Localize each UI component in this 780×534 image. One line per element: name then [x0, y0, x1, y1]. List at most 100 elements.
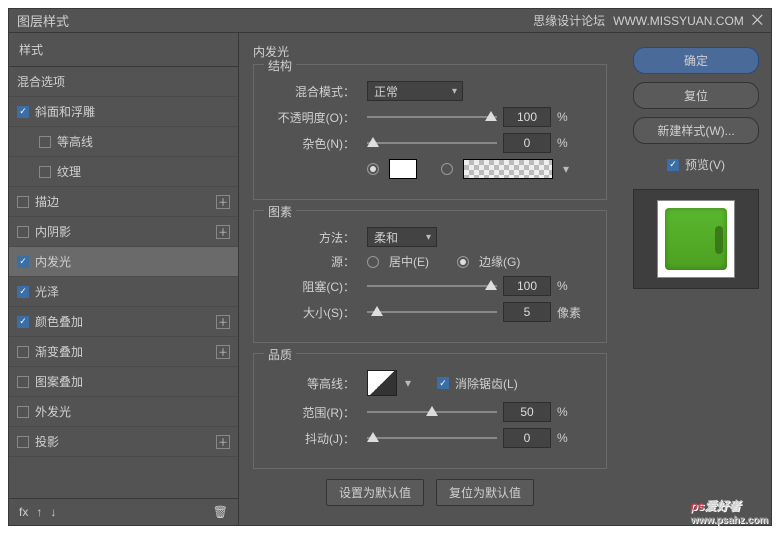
trash-icon[interactable]: 🗑 [213, 505, 228, 519]
choke-slider[interactable] [367, 279, 497, 293]
sidebar-header: 样式 [9, 33, 238, 67]
plus-icon[interactable]: ＋ [216, 435, 230, 449]
range-input[interactable] [503, 402, 551, 422]
sidebar-item[interactable]: 描边＋ [9, 187, 238, 217]
checkbox-icon[interactable] [17, 406, 29, 418]
checkbox-icon[interactable] [17, 376, 29, 388]
sidebar-blend-options[interactable]: 混合选项 [9, 67, 238, 97]
noise-slider[interactable] [367, 136, 497, 150]
group-quality-title: 品质 [264, 346, 296, 363]
sidebar-item-label: 渐变叠加 [35, 343, 83, 360]
preview-image [657, 200, 735, 278]
chevron-down-icon[interactable]: ▾ [563, 162, 569, 176]
sidebar-item-label: 混合选项 [17, 73, 65, 90]
sidebar-item[interactable]: 内阴影 ＋ [9, 217, 238, 247]
method-label: 方法： [266, 229, 361, 246]
sidebar-item[interactable]: 图案叠加 [9, 367, 238, 397]
checkbox-icon[interactable] [39, 166, 51, 178]
checkbox-icon[interactable] [17, 436, 29, 448]
checkbox-icon[interactable] [17, 196, 29, 208]
reset-default-button[interactable]: 复位为默认值 [436, 479, 534, 506]
checkbox-icon[interactable]: ✓ [17, 106, 29, 118]
opacity-slider[interactable] [367, 110, 497, 124]
plus-icon[interactable]: ＋ [216, 195, 230, 209]
chevron-down-icon[interactable]: ▾ [405, 376, 411, 390]
sidebar-item-label: 内阴影 [35, 223, 71, 240]
size-label: 大小(S)： [266, 304, 361, 321]
watermark-site: 思缘设计论坛 [533, 12, 605, 29]
sidebar-item[interactable]: ✓ 斜面和浮雕 [9, 97, 238, 127]
choke-input[interactable] [503, 276, 551, 296]
watermark: ps爱好者 www.psahz.com [691, 494, 768, 526]
method-combo[interactable]: 柔和 [367, 227, 437, 247]
plus-icon[interactable]: ＋ [216, 345, 230, 359]
checkbox-icon[interactable] [17, 226, 29, 238]
size-input[interactable] [503, 302, 551, 322]
noise-input[interactable] [503, 133, 551, 153]
checkbox-icon[interactable] [39, 136, 51, 148]
checkbox-icon[interactable]: ✓ [17, 316, 29, 328]
ok-button[interactable]: 确定 [633, 47, 759, 74]
preview-label: 预览(V) [685, 156, 725, 173]
panel-title: 内发光 [253, 43, 607, 60]
make-default-button[interactable]: 设置为默认值 [326, 479, 424, 506]
sidebar-item[interactable]: 投影＋ [9, 427, 238, 457]
gradient-swatch[interactable] [463, 159, 553, 179]
preview-box [633, 189, 759, 289]
sidebar-item[interactable]: ✓ 光泽 [9, 277, 238, 307]
source-edge-radio[interactable] [457, 256, 469, 268]
sidebar-item[interactable]: ✓ 内发光 [9, 247, 238, 277]
blend-mode-combo[interactable]: 正常 [367, 81, 463, 101]
contour-picker[interactable] [367, 370, 397, 396]
group-elements-title: 图素 [264, 203, 296, 220]
range-slider[interactable] [367, 405, 497, 419]
gradient-radio[interactable] [441, 163, 453, 175]
sidebar-item[interactable]: 纹理 [9, 157, 238, 187]
jitter-slider[interactable] [367, 431, 497, 445]
preview-checkbox[interactable]: ✓ [667, 159, 679, 171]
size-slider[interactable] [367, 305, 497, 319]
arrow-up-icon[interactable]: ↑ [36, 505, 42, 519]
checkbox-icon[interactable]: ✓ [17, 256, 29, 268]
antialias-checkbox[interactable]: ✓ [437, 377, 449, 389]
sidebar-footer: fx ↑ ↓ 🗑 [9, 498, 238, 525]
choke-label: 阻塞(C)： [266, 278, 361, 295]
sidebar-item-label: 颜色叠加 [35, 313, 83, 330]
sidebar-item-label: 等高线 [57, 133, 93, 150]
group-structure: 结构 混合模式： 正常 不透明度(O)： % 杂色(N)： % [253, 64, 607, 200]
close-icon[interactable]: ⨉ [752, 12, 763, 29]
sidebar-item[interactable]: 等高线 [9, 127, 238, 157]
plus-icon[interactable]: ＋ [216, 315, 230, 329]
watermark-url: WWW.MISSYUAN.COM [613, 14, 744, 28]
reset-button[interactable]: 复位 [633, 82, 759, 109]
sidebar-item-label: 斜面和浮雕 [35, 103, 95, 120]
opacity-label: 不透明度(O)： [266, 109, 361, 126]
checkbox-icon[interactable] [17, 346, 29, 358]
sidebar-item[interactable]: 渐变叠加 ＋ [9, 337, 238, 367]
source-center-label: 居中(E) [389, 253, 429, 270]
new-style-button[interactable]: 新建样式(W)... [633, 117, 759, 144]
sidebar-item-label: 外发光 [35, 403, 71, 420]
checkbox-icon[interactable]: ✓ [17, 286, 29, 298]
source-center-radio[interactable] [367, 256, 379, 268]
plus-icon[interactable]: ＋ [216, 225, 230, 239]
group-quality: 品质 等高线： ▾ ✓ 消除锯齿(L) 范围(R)： % 抖动(J)： [253, 353, 607, 469]
fx-icon[interactable]: fx [19, 505, 28, 519]
blend-mode-label: 混合模式： [266, 83, 361, 100]
color-radio[interactable] [367, 163, 379, 175]
preview-row: ✓ 预览(V) [633, 156, 759, 173]
group-elements: 图素 方法： 柔和 源： 居中(E) 边缘(G) 阻塞(C)： [253, 210, 607, 343]
default-buttons: 设置为默认值 复位为默认值 [253, 479, 607, 506]
sidebar-item[interactable]: ✓ 颜色叠加 ＋ [9, 307, 238, 337]
sidebar-item-label: 光泽 [35, 283, 59, 300]
sidebar-item-label: 图案叠加 [35, 373, 83, 390]
arrow-down-icon[interactable]: ↓ [50, 505, 56, 519]
group-structure-title: 结构 [264, 57, 296, 74]
sidebar-item-label: 内发光 [35, 253, 71, 270]
source-edge-label: 边缘(G) [479, 253, 520, 270]
color-swatch[interactable] [389, 159, 417, 179]
percent-unit: % [557, 136, 587, 150]
sidebar-item[interactable]: 外发光 [9, 397, 238, 427]
jitter-input[interactable] [503, 428, 551, 448]
opacity-input[interactable] [503, 107, 551, 127]
